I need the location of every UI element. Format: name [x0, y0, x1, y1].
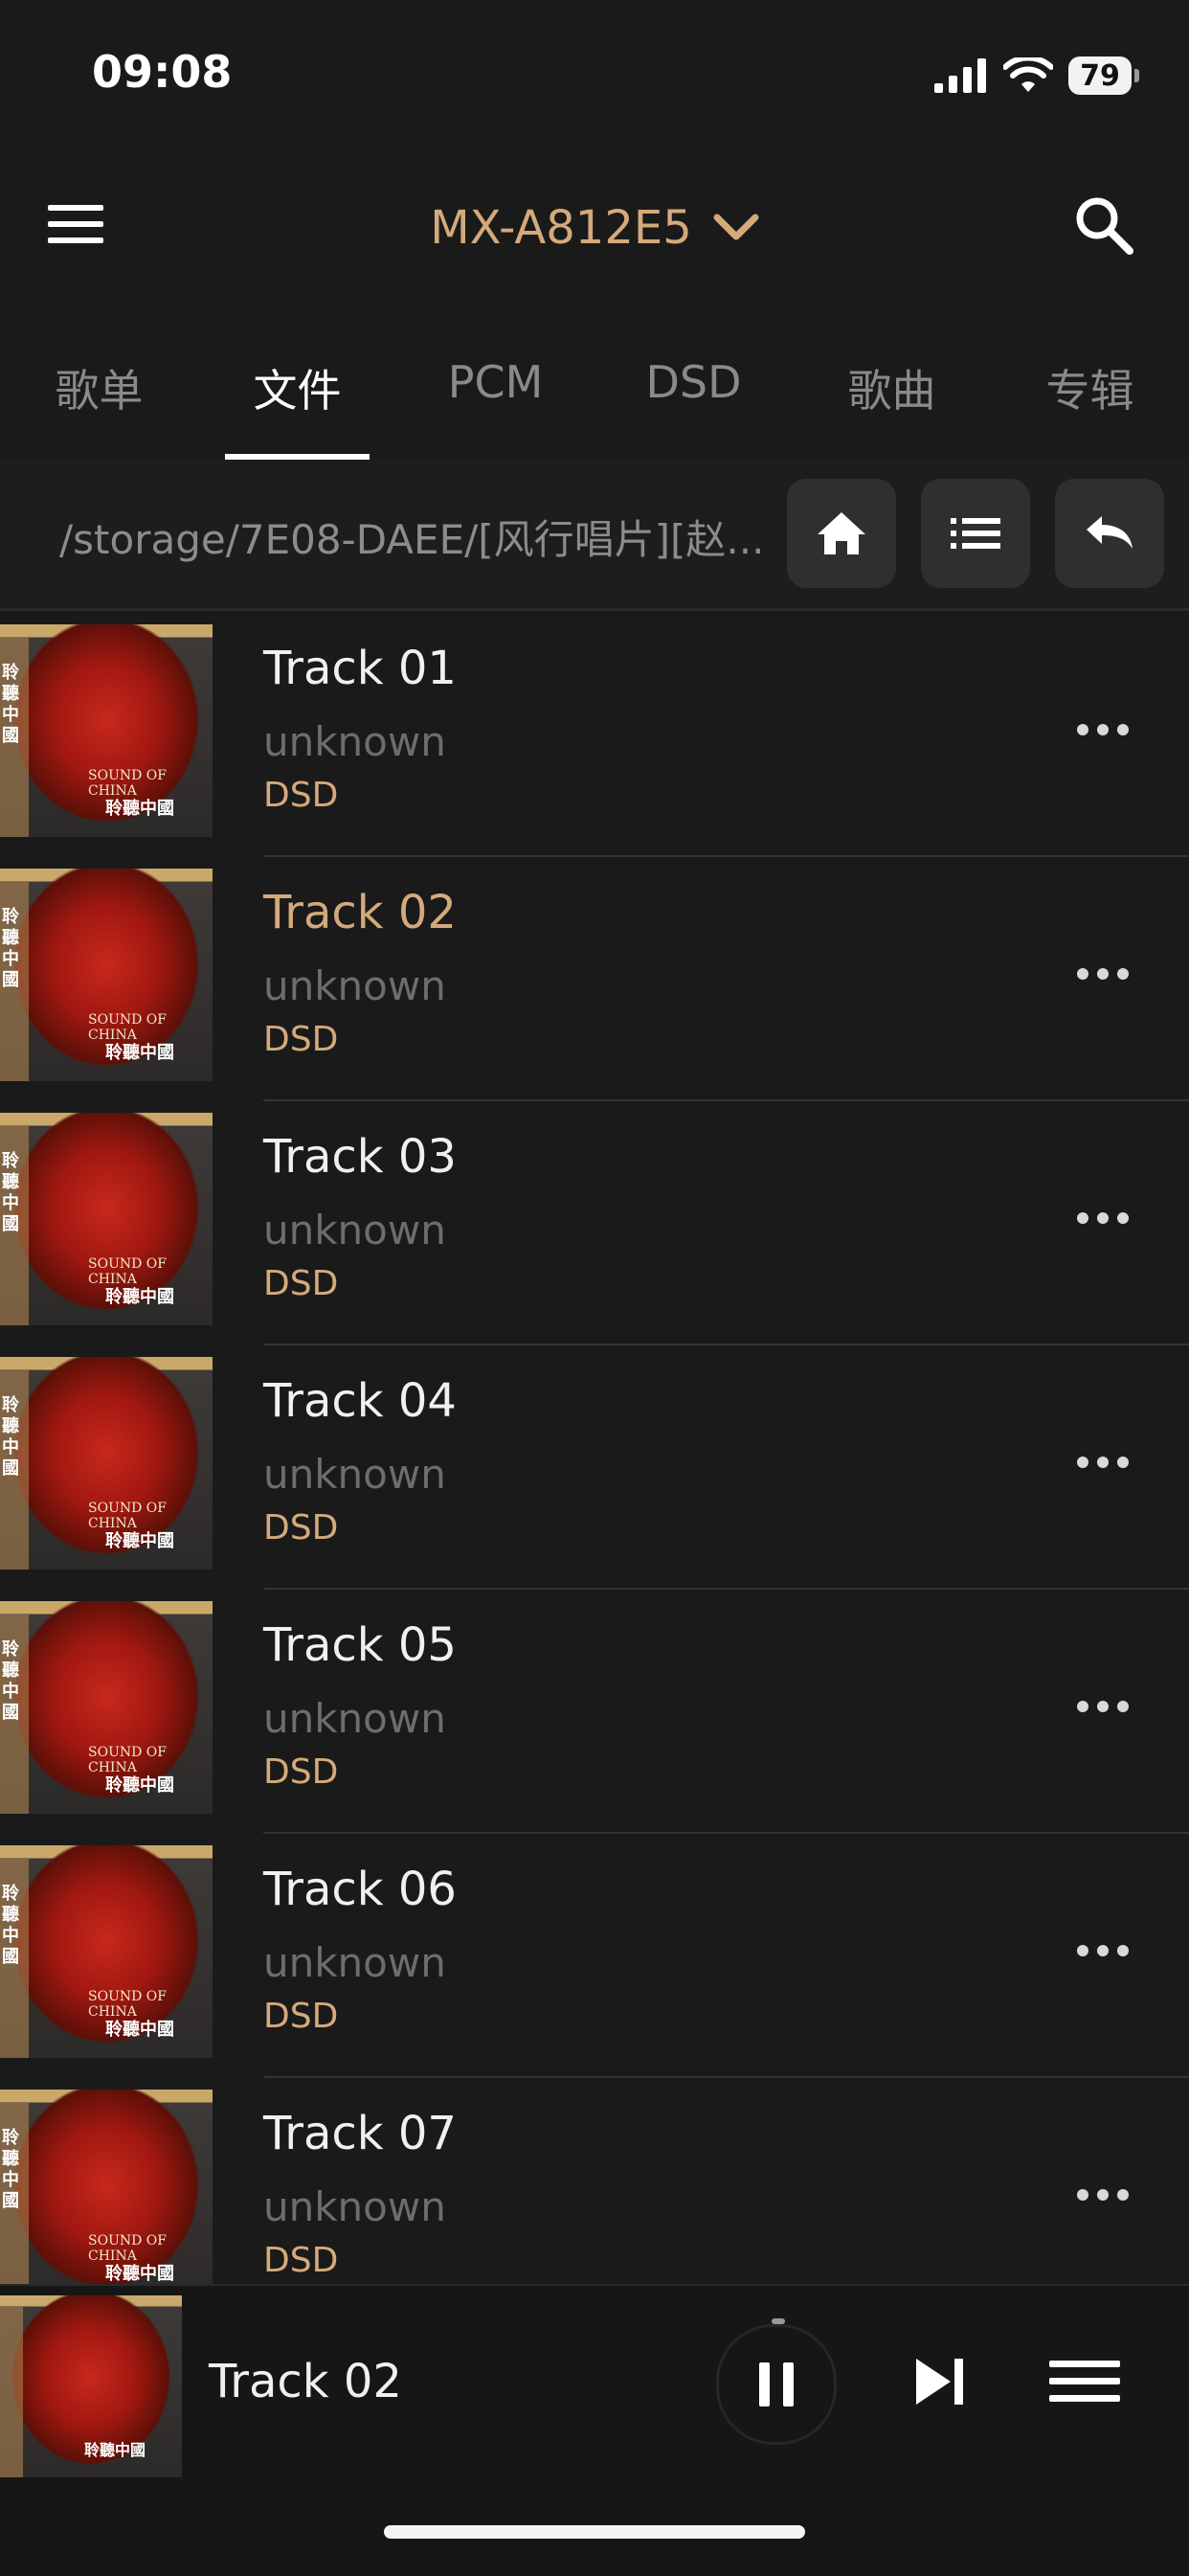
track-artist: unknown	[263, 1939, 446, 1986]
track-format: DSD	[263, 1997, 339, 2036]
track-artist: unknown	[263, 1451, 446, 1498]
skip-next-icon	[916, 2359, 963, 2405]
cover-side-text: 聆聽中國	[2, 1395, 19, 1479]
cover-caption-cn: 聆聽中國	[105, 799, 174, 819]
track-title: Track 02	[263, 886, 457, 939]
album-cover: 聆聽中國 SOUND OF CHINA 聆聽中國	[0, 1601, 213, 1814]
list-icon	[951, 518, 1000, 549]
track-format: DSD	[263, 1020, 339, 1059]
status-time: 09:08	[92, 46, 233, 98]
device-name: MX-A812E5	[430, 201, 692, 255]
album-cover: 聆聽中國 SOUND OF CHINA 聆聽中國	[0, 1845, 213, 2058]
album-cover: 聆聽中國 SOUND OF CHINA 聆聽中國	[0, 869, 213, 1081]
track-format: DSD	[263, 2241, 339, 2280]
tab-files[interactable]: 文件	[198, 345, 396, 460]
track-artist: unknown	[263, 1695, 446, 1742]
track-artist: unknown	[263, 2183, 446, 2230]
back-button[interactable]	[1055, 479, 1164, 588]
track-format: DSD	[263, 1752, 339, 1792]
track-row[interactable]: 聆聽中國 SOUND OF CHINA 聆聽中國 Track 04 unknow…	[0, 1345, 1189, 1590]
track-title: Track 01	[263, 642, 457, 695]
more-options-button[interactable]	[1065, 1922, 1141, 1979]
more-horizontal-icon	[1077, 968, 1129, 980]
pause-icon	[759, 2362, 794, 2407]
now-playing-cover: 聆聽中國	[0, 2295, 182, 2477]
more-options-button[interactable]	[1065, 701, 1141, 758]
track-title: Track 03	[263, 1130, 457, 1184]
tab-songs[interactable]: 歌曲	[793, 345, 991, 460]
track-title: Track 04	[263, 1374, 457, 1428]
track-row[interactable]: 聆聽中國 SOUND OF CHINA 聆聽中國 Track 06 unknow…	[0, 1834, 1189, 2078]
battery-indicator: 79	[1068, 56, 1139, 95]
more-options-button[interactable]	[1065, 2166, 1141, 2224]
cover-caption-cn: 聆聽中國	[105, 2264, 174, 2284]
pause-button[interactable]	[716, 2324, 837, 2445]
track-artist: unknown	[263, 1207, 446, 1254]
album-cover: 聆聽中國 SOUND OF CHINA 聆聽中國	[0, 1357, 213, 1570]
undo-icon	[1087, 516, 1133, 549]
album-cover: 聆聽中國 SOUND OF CHINA 聆聽中國	[0, 2090, 213, 2302]
search-icon[interactable]	[1070, 192, 1147, 268]
more-horizontal-icon	[1077, 1457, 1129, 1468]
cover-caption-cn: 聆聽中國	[105, 1043, 174, 1063]
chevron-down-icon	[713, 214, 759, 240]
track-row[interactable]: 聆聽中國 SOUND OF CHINA 聆聽中國 Track 05 unknow…	[0, 1590, 1189, 1834]
folder-path: /storage/7E08-DAEE/[风行唱片][赵...	[59, 516, 765, 563]
track-title: Track 05	[263, 1618, 457, 1672]
track-format: DSD	[263, 776, 339, 815]
queue-icon	[1049, 2361, 1120, 2402]
more-horizontal-icon	[1077, 1945, 1129, 1956]
track-row[interactable]: 聆聽中國 SOUND OF CHINA 聆聽中國 Track 03 unknow…	[0, 1101, 1189, 1345]
track-format: DSD	[263, 1264, 339, 1303]
tab-pcm[interactable]: PCM	[396, 345, 594, 460]
track-artist: unknown	[263, 962, 446, 1009]
more-options-button[interactable]	[1065, 1678, 1141, 1735]
tab-bar: 歌单 文件 PCM DSD 歌曲 专辑	[0, 345, 1189, 460]
cover-side-text: 聆聽中國	[2, 1884, 19, 1967]
more-options-button[interactable]	[1065, 945, 1141, 1003]
cover-caption-cn: 聆聽中國	[105, 1287, 174, 1307]
cover-caption-cn: 聆聽中國	[105, 1775, 174, 1796]
more-horizontal-icon	[1077, 1212, 1129, 1224]
more-horizontal-icon	[1077, 724, 1129, 735]
device-selector[interactable]: MX-A812E5	[0, 201, 1189, 255]
track-artist: unknown	[263, 718, 446, 765]
tab-albums[interactable]: 专辑	[991, 345, 1189, 460]
cover-side-text: 聆聽中國	[2, 1151, 19, 1234]
track-format: DSD	[263, 1508, 339, 1548]
more-options-button[interactable]	[1065, 1189, 1141, 1247]
track-row[interactable]: 聆聽中國 SOUND OF CHINA 聆聽中國 Track 01 unknow…	[0, 613, 1189, 857]
tab-dsd[interactable]: DSD	[594, 345, 793, 460]
home-button[interactable]	[787, 479, 896, 588]
album-cover: 聆聽中國 SOUND OF CHINA 聆聽中國	[0, 624, 213, 837]
more-options-button[interactable]	[1065, 1434, 1141, 1491]
list-view-button[interactable]	[921, 479, 1030, 588]
album-cover: 聆聽中國 SOUND OF CHINA 聆聽中國	[0, 1113, 213, 1325]
cover-caption-cn: 聆聽中國	[105, 1531, 174, 1551]
next-button[interactable]	[902, 2343, 978, 2420]
more-horizontal-icon	[1077, 2189, 1129, 2201]
track-title: Track 06	[263, 1863, 457, 1916]
cover-side-text: 聆聽中國	[2, 663, 19, 746]
cover-side-text: 聆聽中國	[2, 2128, 19, 2211]
cover-side-text: 聆聽中國	[2, 1639, 19, 1723]
home-icon	[818, 512, 865, 554]
queue-button[interactable]	[1042, 2343, 1128, 2420]
cover-caption-cn: 聆聽中國	[105, 2020, 174, 2040]
cellular-signal-icon	[934, 58, 986, 93]
now-playing-cover-caption: 聆聽中國	[84, 2441, 146, 2459]
more-horizontal-icon	[1077, 1701, 1129, 1712]
home-indicator[interactable]	[384, 2525, 805, 2539]
track-row[interactable]: 聆聽中國 SOUND OF CHINA 聆聽中國 Track 02 unknow…	[0, 857, 1189, 1101]
track-title: Track 07	[263, 2107, 457, 2160]
cover-side-text: 聆聽中國	[2, 907, 19, 990]
status-icons: 79	[934, 54, 1139, 98]
wifi-icon	[1003, 57, 1053, 92]
tab-playlists[interactable]: 歌单	[0, 345, 198, 460]
now-playing-title: Track 02	[209, 2355, 402, 2408]
